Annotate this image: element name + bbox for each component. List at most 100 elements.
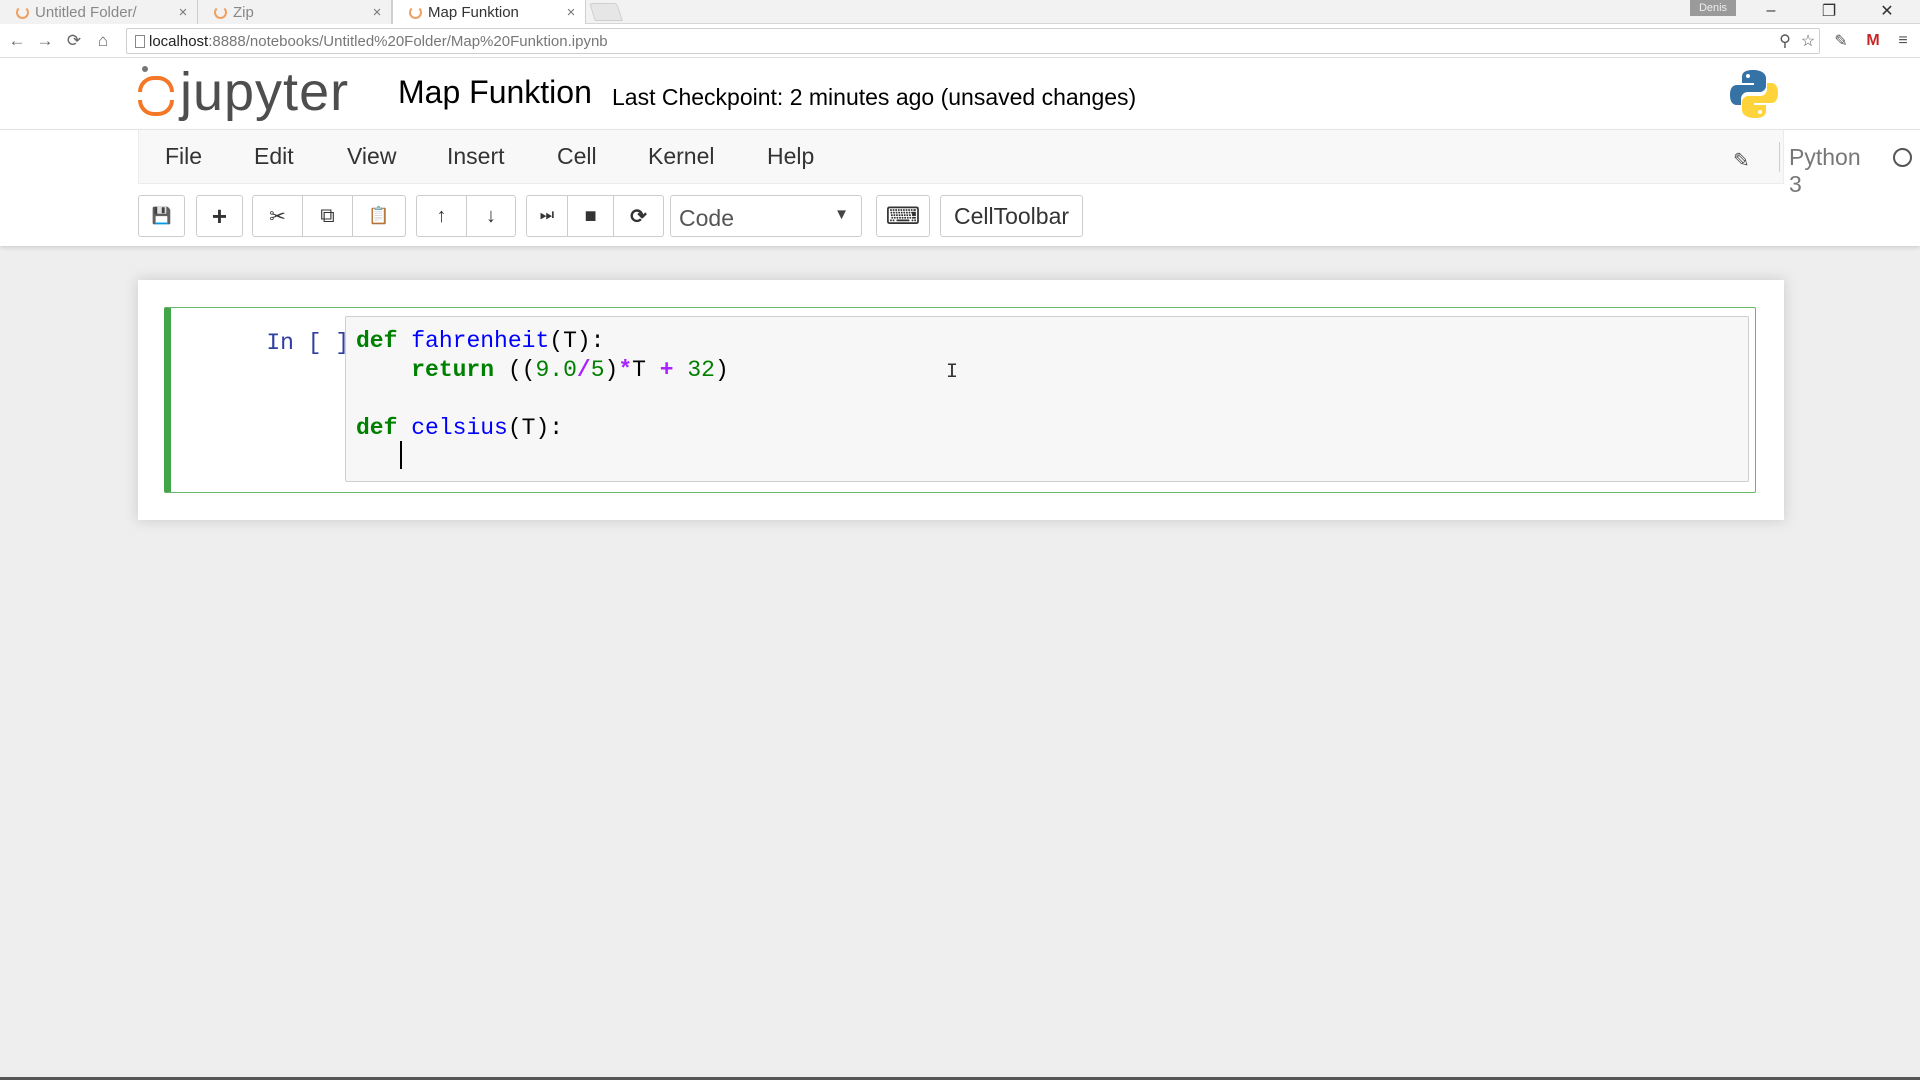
cut-button[interactable]: ✂: [252, 195, 303, 237]
notebook-container: In [ ]: def fahrenheit(T): return ((9.0/…: [138, 280, 1784, 520]
loading-icon: [409, 6, 422, 19]
code-function-name: celsius: [411, 415, 508, 441]
tab-zip[interactable]: Zip ×: [198, 0, 392, 24]
code-number: 5: [590, 357, 605, 383]
code-text: ): [604, 357, 619, 383]
code-operator: +: [659, 357, 674, 383]
text-cursor: [400, 441, 402, 469]
scissors-icon: ✂: [269, 205, 286, 228]
back-icon[interactable]: ←: [6, 30, 28, 52]
code-keyword: def: [356, 328, 398, 354]
logo-text: jupyter: [180, 62, 350, 122]
divider: [1779, 142, 1780, 172]
plus-icon: +: [211, 200, 228, 231]
code-number: 32: [687, 357, 715, 383]
copy-icon: ⧉: [320, 204, 335, 227]
home-icon[interactable]: ⌂: [92, 30, 114, 52]
restart-kernel-button[interactable]: ⟳: [614, 195, 664, 237]
close-icon[interactable]: ×: [561, 4, 581, 21]
reload-icon[interactable]: ⟳: [63, 30, 85, 52]
menu-file[interactable]: File: [165, 143, 202, 170]
close-icon[interactable]: ×: [367, 4, 387, 21]
paste-icon: 📋: [368, 206, 390, 225]
code-operator: /: [576, 357, 591, 383]
arrow-down-icon: ↓: [486, 204, 496, 227]
browser-address-bar: ← → ⟳ ⌂ localhost:8888/notebooks/Untitle…: [0, 24, 1920, 58]
code-text: (T):: [549, 328, 605, 354]
cell-type-select[interactable]: Code ▼: [670, 195, 862, 237]
menu-kernel[interactable]: Kernel: [648, 143, 714, 170]
code-text: def fahrenheit(T): return ((9.0/5)*T + 3…: [356, 327, 729, 443]
tab-label: Zip: [233, 3, 254, 21]
minimize-icon[interactable]: –: [1748, 0, 1794, 22]
interrupt-kernel-button[interactable]: ■: [568, 195, 614, 237]
step-forward-icon: ⏭: [539, 207, 555, 224]
extension-icon[interactable]: ✎: [1830, 30, 1852, 52]
tab-label: Map Funktion: [428, 4, 519, 21]
close-window-icon[interactable]: ✕: [1864, 0, 1910, 22]
url-host: localhost: [149, 33, 209, 50]
insert-cell-button[interactable]: +: [196, 195, 243, 237]
menu-insert[interactable]: Insert: [447, 143, 505, 170]
move-down-button[interactable]: ↓: [467, 195, 516, 237]
url-text: localhost:8888/notebooks/Untitled%20Fold…: [149, 33, 608, 50]
code-keyword: return: [411, 357, 495, 383]
logo-ring-icon: [138, 100, 174, 116]
move-up-button[interactable]: ↑: [416, 195, 467, 237]
save-icon: 💾: [151, 208, 172, 225]
new-tab-button[interactable]: [589, 3, 623, 21]
url-input[interactable]: localhost:8888/notebooks/Untitled%20Fold…: [126, 28, 1820, 54]
save-button[interactable]: 💾: [138, 195, 185, 237]
gmail-icon[interactable]: M: [1862, 30, 1884, 52]
cell-type-value: Code: [679, 205, 734, 231]
tab-map-funktion[interactable]: Map Funktion ×: [392, 0, 586, 25]
paste-button[interactable]: 📋: [353, 195, 406, 237]
star-icon[interactable]: ☆: [1797, 30, 1819, 52]
menu-cell[interactable]: Cell: [557, 143, 597, 170]
tab-label: Untitled Folder/: [35, 3, 137, 21]
logo-moon-icon: [142, 66, 148, 72]
kernel-idle-icon: [1893, 148, 1912, 167]
refresh-icon: ⟳: [630, 205, 647, 228]
code-function-name: fahrenheit: [411, 328, 550, 354]
keyboard-icon: ⌨: [885, 202, 921, 230]
page-icon: [135, 35, 145, 48]
copy-button[interactable]: ⧉: [303, 195, 353, 237]
python-logo-icon: [1730, 70, 1778, 118]
browser-tab-bar: Untitled Folder/ × Zip × Map Funktion × …: [0, 0, 1920, 25]
forward-icon[interactable]: →: [34, 30, 56, 52]
loading-icon: [16, 5, 29, 19]
code-keyword: def: [356, 415, 398, 441]
loading-icon: [214, 5, 227, 19]
notebook-title[interactable]: Map Funktion: [398, 74, 592, 111]
input-prompt: In [ ]:: [266, 330, 363, 356]
menubar-container: File Edit View Insert Cell Kernel Help ✎…: [0, 130, 1920, 246]
jupyter-header: jupyter Map Funktion Last Checkpoint: 2 …: [0, 58, 1920, 130]
jupyter-logo[interactable]: jupyter: [134, 62, 374, 124]
code-cell[interactable]: In [ ]: def fahrenheit(T): return ((9.0/…: [164, 307, 1756, 493]
code-operator: *: [618, 357, 633, 383]
browser-menu-icon[interactable]: ≡: [1892, 30, 1914, 52]
arrow-up-icon: ↑: [436, 204, 447, 227]
checkpoint-status: Last Checkpoint: 2 minutes ago (unsaved …: [612, 84, 1137, 110]
menu-help[interactable]: Help: [767, 143, 814, 170]
caret-down-icon: ▼: [834, 206, 849, 223]
menu-edit[interactable]: Edit: [254, 143, 294, 170]
run-cell-button[interactable]: ⏭: [526, 195, 568, 237]
menu-view[interactable]: View: [347, 143, 396, 170]
close-icon[interactable]: ×: [173, 4, 193, 21]
zoom-icon[interactable]: ⚲: [1774, 30, 1796, 52]
stop-icon: ■: [584, 204, 597, 227]
logo-ring-icon: [138, 76, 174, 92]
celltoolbar-button[interactable]: CellToolbar: [940, 195, 1083, 237]
code-text: ): [714, 357, 729, 383]
tab-untitled-folder[interactable]: Untitled Folder/ ×: [0, 0, 198, 24]
command-palette-button[interactable]: ⌨: [876, 195, 930, 237]
mouse-ibeam-icon: I: [946, 361, 959, 384]
url-path: :8888/notebooks/Untitled%20Folder/Map%20…: [208, 33, 608, 50]
code-editor[interactable]: def fahrenheit(T): return ((9.0/5)*T + 3…: [345, 316, 1749, 482]
profile-badge[interactable]: Denis: [1690, 0, 1736, 16]
kernel-name[interactable]: Python 3: [1789, 144, 1861, 198]
restore-icon[interactable]: ❐: [1806, 0, 1852, 22]
